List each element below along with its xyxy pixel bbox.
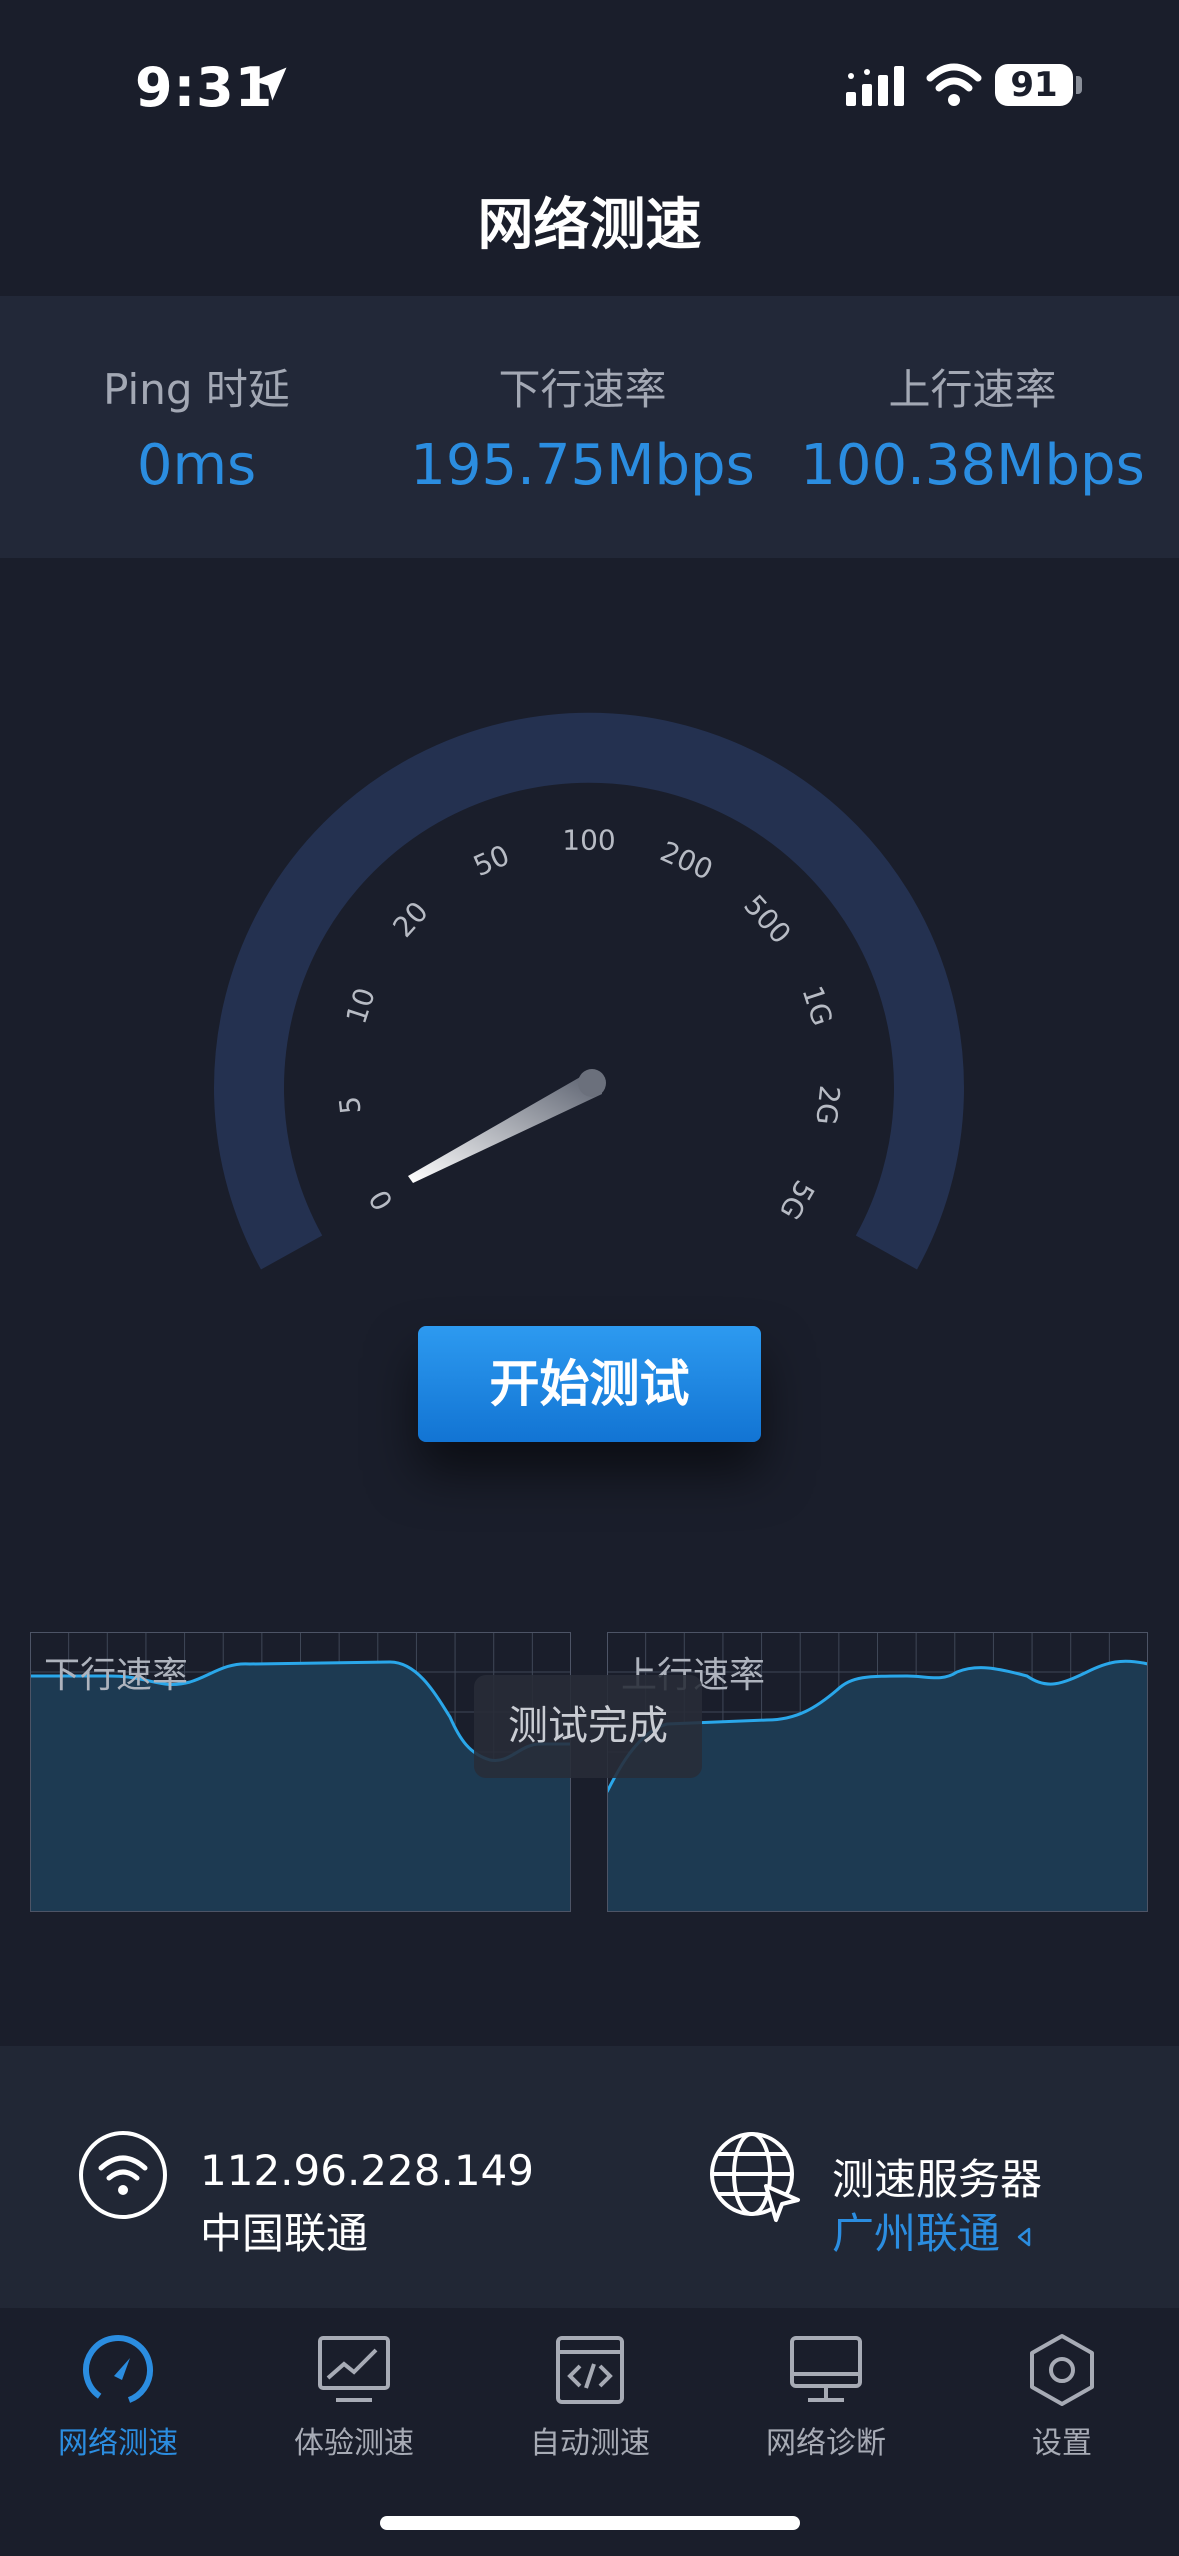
ip-address: 112.96.228.149: [200, 2146, 534, 2195]
battery-level: 91: [995, 64, 1073, 106]
tab-label: 网络诊断: [766, 2426, 886, 2461]
tab-network-diagnosis[interactable]: 网络诊断: [708, 2308, 944, 2488]
tab-speed-test[interactable]: 网络测速: [0, 2308, 236, 2488]
monitor-icon: [790, 2336, 862, 2402]
stat-value: 195.75Mbps: [410, 433, 755, 498]
tab-experience-test[interactable]: 体验测速: [236, 2308, 472, 2488]
test-complete-toast: 测试完成: [474, 1675, 702, 1778]
gauge-scale-label: 0: [362, 1184, 399, 1216]
server-title: 测速服务器: [832, 2155, 1043, 2204]
stat-ping: Ping 时延 0ms: [0, 356, 393, 498]
gauge-scale-label: 1G: [796, 982, 840, 1030]
speed-gauge: 0 5 1020 50 100 200 500 1G 2G 5G: [214, 712, 964, 1270]
stat-upload: 上行速率 100.38Mbps: [776, 356, 1169, 498]
gauge-scale-label: 50: [468, 838, 514, 883]
gauge-scale-label: 10: [340, 984, 382, 1028]
wifi-circle-icon: [79, 2131, 167, 2219]
battery-cap: [1076, 76, 1082, 94]
cellular-signal-icon: [846, 66, 904, 106]
gauge-scale-label: 5: [333, 1095, 368, 1116]
caret-left-icon: [1017, 2227, 1031, 2247]
stat-label: 下行速率: [498, 365, 667, 414]
page-title: 网络测速: [477, 193, 702, 258]
gauge-scale-label: 500: [737, 888, 797, 950]
stat-label: Ping 时延: [103, 365, 290, 414]
tab-label: 体验测速: [294, 2426, 414, 2461]
monitor-chart-icon: [318, 2336, 390, 2402]
info-panel: 112.96.228.149 中国联通 测速服务器 广州联通: [0, 2046, 1179, 2308]
stat-value: 100.38Mbps: [800, 433, 1145, 498]
home-indicator[interactable]: [380, 2516, 800, 2530]
gauge-scale-label: 2G: [809, 1084, 846, 1127]
stat-value: 0ms: [136, 433, 257, 498]
start-test-button[interactable]: 开始测试: [418, 1326, 761, 1442]
tab-settings[interactable]: 设置: [944, 2308, 1179, 2488]
gauge-scale-label: 20: [386, 895, 434, 944]
code-window-icon: [556, 2336, 624, 2404]
gauge-scale-label: 200: [655, 835, 717, 887]
tab-auto-test[interactable]: 自动测速: [472, 2308, 708, 2488]
gauge-scale-label: 100: [562, 824, 615, 857]
download-chart-label: 下行速率: [44, 1655, 189, 1696]
tab-label: 网络测速: [58, 2426, 178, 2461]
tab-label: 自动测速: [530, 2426, 650, 2461]
speedometer-icon: [83, 2335, 153, 2405]
location-arrow-icon: [253, 67, 287, 101]
tab-label: 设置: [1032, 2426, 1092, 2461]
globe-cursor-icon: [710, 2132, 800, 2222]
stats-panel: Ping 时延 0ms 下行速率 195.75Mbps 上行速率 100.38M…: [0, 296, 1179, 558]
carrier-name: 中国联通: [200, 2209, 369, 2258]
stat-download: 下行速率 195.75Mbps: [386, 356, 779, 498]
server-name[interactable]: 广州联通: [832, 2209, 1000, 2258]
stat-label: 上行速率: [888, 365, 1057, 414]
gauge-scale-label: 5G: [773, 1175, 821, 1226]
gauge-needle-hub: [578, 1069, 606, 1097]
wifi-icon: [926, 63, 982, 106]
hexagon-settings-icon: [1030, 2334, 1094, 2406]
gauge-needle: [408, 1076, 602, 1183]
server-selector[interactable]: 广州联通: [832, 2200, 1035, 2261]
